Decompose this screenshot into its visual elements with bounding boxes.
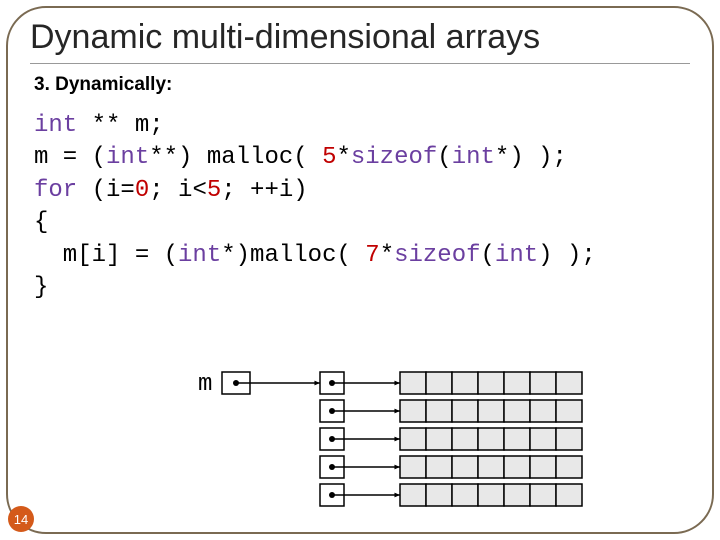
code-text: * (380, 242, 394, 269)
svg-text:m: m (198, 371, 212, 398)
page-number-badge: 14 (8, 506, 34, 532)
code-kw: for (34, 177, 77, 204)
title-rule (30, 63, 690, 64)
code-text: *) ); (495, 144, 567, 171)
code-num: 7 (365, 242, 379, 269)
subtitle: 3. Dynamically: (34, 74, 690, 96)
memory-diagram: m (190, 366, 610, 531)
code-num: 5 (322, 144, 336, 171)
code-text: { (34, 209, 48, 236)
code-kw: int (106, 144, 149, 171)
code-text: m = ( (34, 144, 106, 171)
code-kw: sizeof (351, 144, 437, 171)
code-text: (i= (77, 177, 135, 204)
code-kw: int (452, 144, 495, 171)
code-kw: int (34, 112, 77, 139)
code-kw: int (495, 242, 538, 269)
code-num: 0 (135, 177, 149, 204)
slide-title: Dynamic multi-dimensional arrays (30, 18, 690, 57)
code-text: *)malloc( (221, 242, 365, 269)
page-number: 14 (14, 512, 28, 527)
code-num: 5 (207, 177, 221, 204)
code-kw: int (178, 242, 221, 269)
code-text: ) ); (538, 242, 596, 269)
code-text: **) malloc( (149, 144, 322, 171)
code-text: m[i] = ( (34, 242, 178, 269)
code-text: ** m; (77, 112, 163, 139)
code-text: ( (481, 242, 495, 269)
code-text: } (34, 274, 48, 301)
code-text: ; ++i) (221, 177, 307, 204)
code-text: ; i< (149, 177, 207, 204)
code-text: ( (437, 144, 451, 171)
code-text: * (336, 144, 350, 171)
code-kw: sizeof (394, 242, 480, 269)
slide-content: Dynamic multi-dimensional arrays 3. Dyna… (30, 18, 690, 304)
code-block: int ** m; m = (int**) malloc( 5*sizeof(i… (34, 110, 690, 304)
